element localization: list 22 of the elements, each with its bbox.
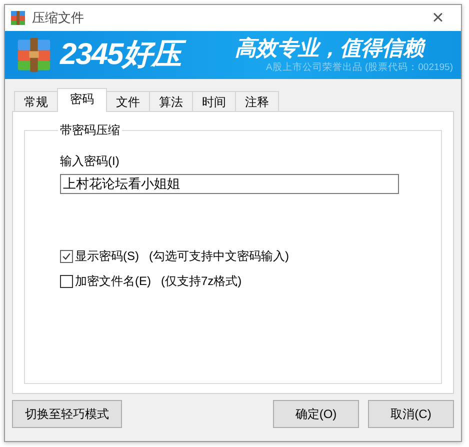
slogan: 高效专业，值得信赖 — [235, 36, 426, 61]
checkbox-label: 加密文件名(E) — [75, 273, 151, 290]
archive-icon — [10, 10, 26, 26]
checkbox[interactable] — [60, 275, 73, 288]
archive-icon — [15, 36, 53, 74]
checkbox[interactable] — [60, 250, 73, 263]
option-note: (仅支持7z格式) — [161, 273, 242, 290]
close-button[interactable]: × — [423, 6, 453, 30]
group-title: 带密码压缩 — [59, 122, 121, 139]
window-title: 压缩文件 — [32, 9, 85, 27]
tab[interactable]: 注释 — [235, 91, 279, 112]
checkbox-label: 显示密码(S) — [75, 248, 139, 265]
tab[interactable]: 密码 — [57, 88, 107, 112]
field-label: 输入密码(I) — [60, 153, 120, 170]
logo-text: 2345好压 — [58, 36, 187, 74]
option-note: (勾选可支持中文密码输入) — [149, 248, 289, 265]
mode-switch-button[interactable]: 切换至轻巧模式 — [12, 400, 122, 428]
password-field[interactable]: 上村花论坛看小姐姐 — [60, 174, 399, 194]
tab[interactable]: 常规 — [14, 91, 58, 112]
cancel-button[interactable]: 取消(C) — [368, 400, 454, 428]
subtitle: A股上市公司荣誉出品 (股票代码：002195) — [266, 61, 453, 74]
ok-button[interactable]: 确定(O) — [273, 400, 359, 428]
